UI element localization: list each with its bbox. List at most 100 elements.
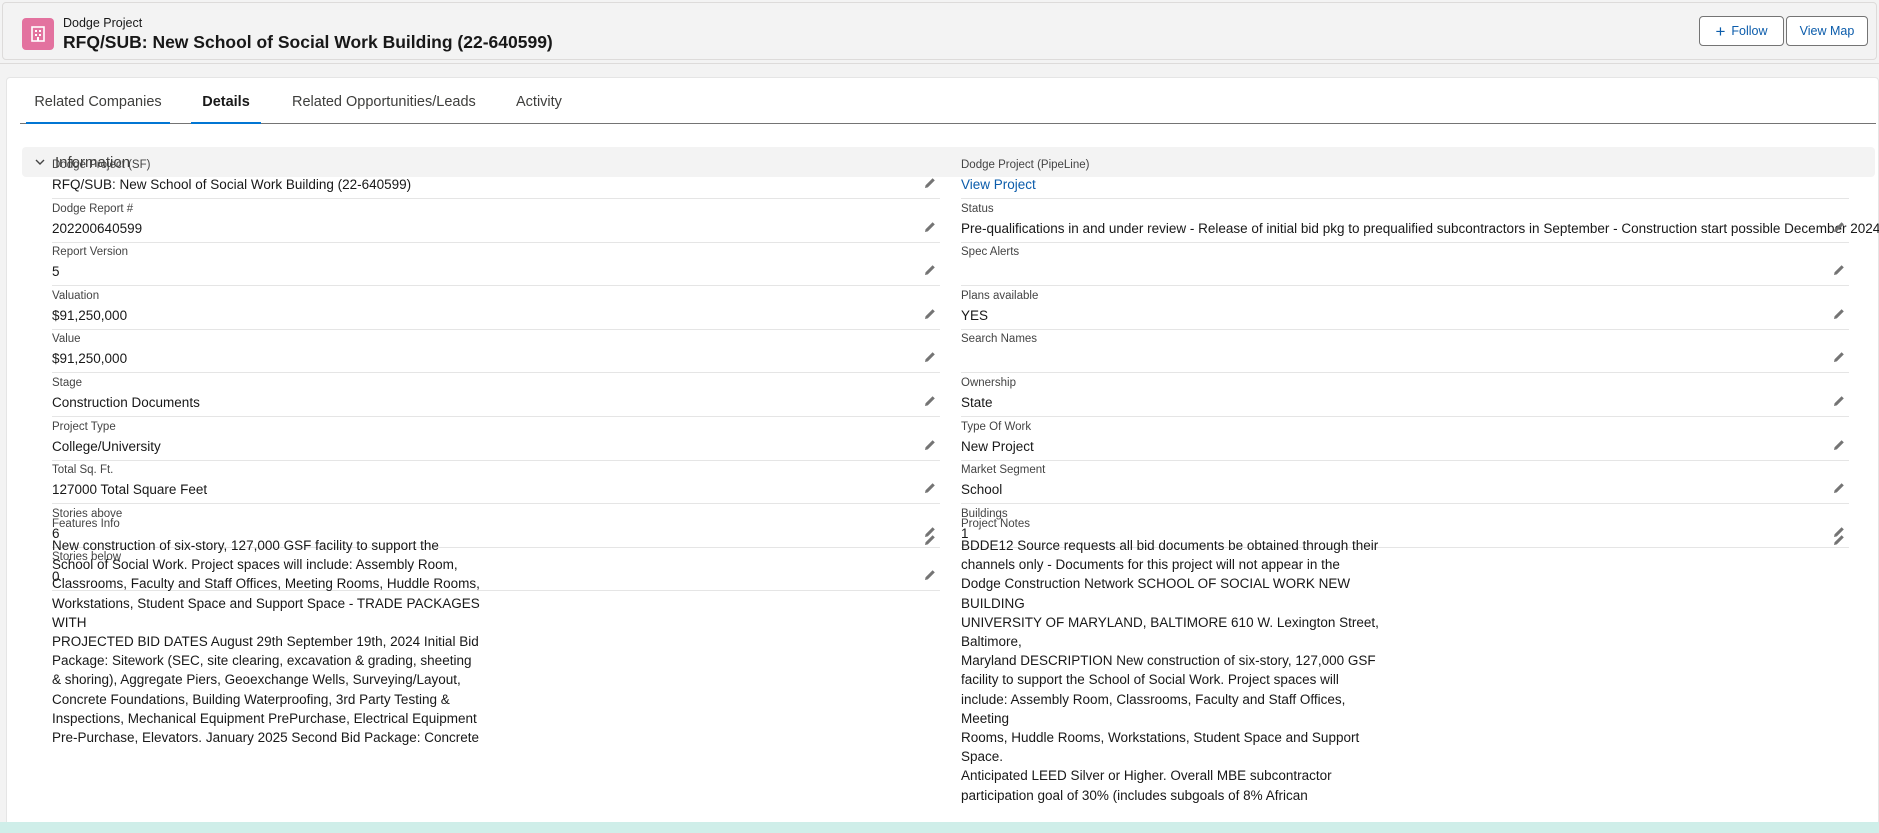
text-line: Maryland DESCRIPTION New construction of…	[961, 653, 1376, 669]
edit-pencil-icon[interactable]	[923, 176, 937, 190]
record-title: RFQ/SUB: New School of Social Work Build…	[63, 32, 553, 52]
text-line: Classrooms, Faculty and Staff Offices, M…	[52, 576, 480, 592]
project-notes-field: Project Notes BDDE12 Source requests all…	[961, 515, 1849, 803]
edit-pencil-icon[interactable]	[1832, 350, 1846, 364]
edit-pencil-icon[interactable]	[923, 350, 937, 364]
field-label: Total Sq. Ft.	[52, 464, 114, 477]
edit-pencil-icon[interactable]	[1832, 263, 1846, 277]
text-line: BDDE12 Source requests all bid documents…	[961, 538, 1379, 553]
detail-field: Total Sq. Ft. 127000 Total Square Feet	[52, 461, 940, 505]
field-label: Value	[52, 333, 81, 346]
field-value: $91,250,000	[52, 351, 128, 367]
text-line: channels only - Documents for this proje…	[961, 557, 1340, 573]
field-label: Report Version	[52, 246, 129, 259]
detail-field: Market Segment School	[961, 461, 1849, 505]
detail-field: Valuation $91,250,000	[52, 287, 940, 330]
edit-pencil-icon[interactable]	[923, 481, 937, 495]
field-label: Search Names	[961, 333, 1038, 346]
text-line: School of Social Work. Project spaces wi…	[52, 557, 458, 573]
record-header-card: Dodge Project RFQ/SUB: New School of Soc…	[2, 2, 1877, 60]
field-label: Dodge Project (SF)	[52, 159, 151, 171]
field-label: Dodge Project (PipeLine)	[961, 159, 1090, 171]
tab-related-companies[interactable]: Related Companies	[26, 94, 170, 124]
text-line: Dodge Construction Network SCHOOL OF SOC…	[961, 576, 1351, 611]
text-line: Pre-Purchase, Elevators. January 2025 Se…	[52, 730, 479, 746]
text-line: UNIVERSITY OF MARYLAND, BALTIMORE 610 W.…	[961, 614, 1379, 650]
field-label: Project Type	[52, 420, 116, 433]
features-info-field: Features Info New construction of six-st…	[52, 515, 940, 745]
field-label: Plans available	[961, 289, 1039, 302]
detail-field: Plans available YES	[961, 287, 1849, 330]
detail-field: Dodge Project (SF) RFQ/SUB: New School of…	[52, 156, 940, 199]
text-line: include: Assembly Room, Classrooms, Facu…	[961, 691, 1346, 726]
field-value: YES	[961, 307, 989, 323]
plus-icon: +	[1715, 21, 1726, 41]
edit-pencil-icon[interactable]	[923, 533, 937, 547]
record-detail-card: Related Companies Details Related Opport…	[6, 77, 1879, 833]
detail-field: Value $91,250,000	[52, 330, 940, 374]
field-label: Stage	[52, 377, 83, 389]
text-line: Rooms, Huddle Rooms, Workstations, Stude…	[961, 730, 1360, 765]
object-type-label: Dodge Project	[63, 16, 143, 30]
edit-pencil-icon[interactable]	[1832, 220, 1846, 234]
tab-details[interactable]: Details	[191, 94, 261, 124]
text-line: participation goal of 30% (includes subg…	[961, 787, 1308, 803]
field-value: College/University	[52, 438, 161, 454]
detail-field: Dodge Project (PipeLine) View Project	[961, 156, 1849, 199]
edit-pencil-icon[interactable]	[923, 438, 937, 452]
text-line: Anticipated LEED Silver or Higher. Overa…	[961, 768, 1332, 784]
field-label: Dodge Report #	[52, 202, 134, 215]
text-line: New construction of six-story, 127,000 G…	[52, 538, 439, 553]
field-value: 202200640599	[52, 220, 143, 236]
view-map-button[interactable]: View Map	[1786, 16, 1868, 46]
text-line: Inspections, Mechanical Equipment PrePur…	[52, 710, 477, 726]
follow-button-label: Follow	[1731, 24, 1768, 38]
edit-pencil-icon[interactable]	[1832, 307, 1846, 321]
field-value: 127000 Total Square Feet	[52, 482, 208, 498]
field-label: Spec Alerts	[961, 246, 1020, 259]
building-icon	[22, 18, 54, 50]
edit-pencil-icon[interactable]	[923, 263, 937, 277]
detail-field: Spec Alerts	[961, 243, 1849, 287]
edit-pencil-icon[interactable]	[923, 220, 937, 234]
chevron-down-icon	[35, 159, 45, 165]
edit-pencil-icon[interactable]	[1832, 438, 1846, 452]
edit-pencil-icon[interactable]	[1832, 394, 1846, 408]
text-line: & shoring), Aggregate Piers, Geoexchange…	[52, 672, 461, 688]
edit-pencil-icon[interactable]	[923, 307, 937, 321]
text-line: PROJECTED BID DATES August 29th Septembe…	[52, 634, 479, 650]
field-label: Valuation	[52, 289, 100, 302]
text-line: Concrete Foundations, Building Waterproo…	[52, 691, 450, 707]
detail-field: Status Pre-qualifications in and under re…	[961, 200, 1879, 243]
field-label: Ownership	[961, 377, 1016, 389]
tab-related-opportunities-leads[interactable]: Related Opportunities/Leads	[292, 94, 476, 124]
field-value: RFQ/SUB: New School of Social Work Build…	[52, 177, 412, 192]
detail-field: Type Of Work New Project	[961, 418, 1849, 461]
field-label: Features Info	[52, 518, 120, 530]
field-value: New construction of six-story, 127,000 G…	[52, 536, 482, 747]
field-label: Type Of Work	[961, 420, 1032, 433]
detail-field: Dodge Report # 202200640599	[52, 200, 940, 243]
follow-button[interactable]: + Follow	[1699, 16, 1784, 46]
text-line: facility to support the School of Social…	[961, 672, 1339, 688]
tab-activity[interactable]: Activity	[516, 94, 562, 124]
edit-pencil-icon[interactable]	[1832, 533, 1846, 547]
detail-field: Stage Construction Documents	[52, 374, 940, 417]
text-line: Package: Sitework (SEC, site clearing, e…	[52, 653, 472, 669]
detail-field: Search Names	[961, 330, 1849, 374]
field-value: 5	[52, 264, 60, 280]
utility-bar	[0, 822, 1879, 833]
edit-pencil-icon[interactable]	[1832, 481, 1846, 495]
field-value: Construction Documents	[52, 395, 200, 410]
field-value: BDDE12 Source requests all bid documents…	[961, 536, 1391, 805]
detail-field: Ownership State	[961, 374, 1849, 417]
field-value: New Project	[961, 438, 1034, 454]
view-project-link[interactable]: View Project	[961, 177, 1036, 192]
detail-field: Project Type College/University	[52, 418, 940, 461]
record-header: Dodge Project RFQ/SUB: New School of Soc…	[0, 0, 1879, 64]
edit-pencil-icon[interactable]	[923, 394, 937, 408]
field-label: Status	[961, 202, 994, 215]
field-label: Market Segment	[961, 464, 1046, 477]
field-value: $91,250,000	[52, 307, 128, 323]
tab-bar: Related Companies Details Related Opport…	[20, 78, 1876, 124]
